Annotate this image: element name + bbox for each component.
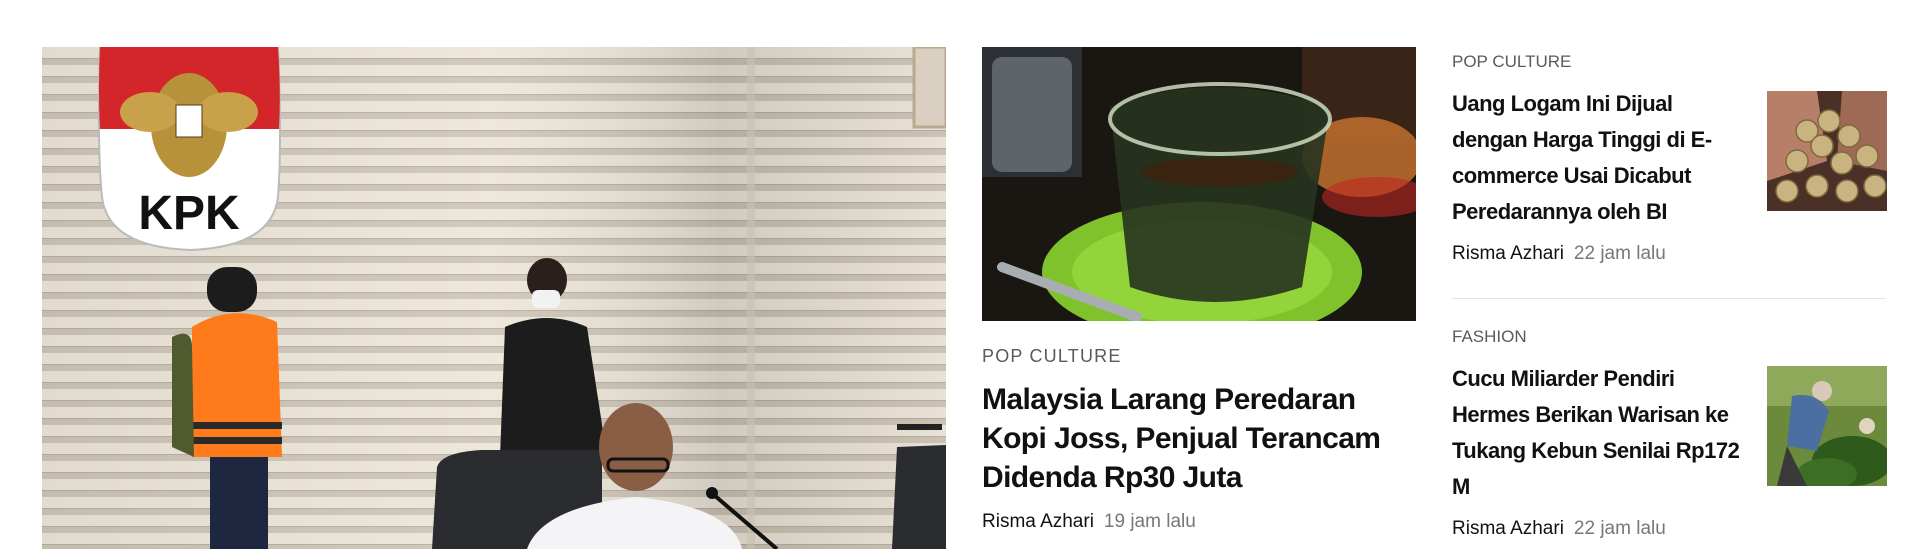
featured-title-link[interactable]: Malaysia Larang Peredaran Kopi Joss, Pen…: [982, 380, 1422, 497]
side-article-1-category[interactable]: POP CULTURE: [1452, 52, 1886, 72]
side-article-2-title-link[interactable]: Cucu Miliarder Pendiri Hermes Berikan Wa…: [1452, 361, 1752, 505]
kopi-joss-photo: [982, 47, 1416, 321]
coins-photo: [1767, 91, 1887, 211]
side-article-1-title-link[interactable]: Uang Logam Ini Dijual dengan Harga Tingg…: [1452, 86, 1752, 230]
featured-time: 19 jam lalu: [1103, 511, 1196, 532]
side-article-2-time: 22 jam lalu: [1573, 518, 1666, 539]
side-article-1-meta: Risma Azhari 22 jam lalu: [1452, 243, 1886, 265]
kpk-logo: KPK: [97, 47, 281, 252]
side-article-1-time: 22 jam lalu: [1573, 243, 1666, 264]
side-article-2-category[interactable]: FASHION: [1452, 327, 1886, 347]
featured-article: POP CULTURE Malaysia Larang Peredaran Ko…: [982, 346, 1422, 533]
hero-article-image[interactable]: KPK: [42, 47, 946, 549]
side-article-2-meta: Risma Azhari 22 jam lalu: [1452, 518, 1886, 540]
featured-meta: Risma Azhari 19 jam lalu: [982, 511, 1422, 533]
side-divider: [1452, 298, 1886, 299]
featured-article-image[interactable]: [982, 47, 1416, 321]
side-article-1-thumbnail[interactable]: [1767, 91, 1887, 211]
featured-author[interactable]: Risma Azhari: [982, 511, 1094, 532]
side-article-2-author[interactable]: Risma Azhari: [1452, 518, 1564, 539]
featured-category[interactable]: POP CULTURE: [982, 346, 1422, 367]
kpk-press-photo: KPK: [42, 47, 946, 549]
side-article-2-thumbnail[interactable]: [1767, 366, 1887, 486]
side-article-2: FASHION Cucu Miliarder Pendiri Hermes Be…: [1452, 327, 1887, 540]
gardener-photo: [1767, 366, 1887, 486]
side-article-1-author[interactable]: Risma Azhari: [1452, 243, 1564, 264]
side-article-1: POP CULTURE Uang Logam Ini Dijual dengan…: [1452, 52, 1887, 265]
kpk-logo-text: KPK: [138, 187, 240, 240]
